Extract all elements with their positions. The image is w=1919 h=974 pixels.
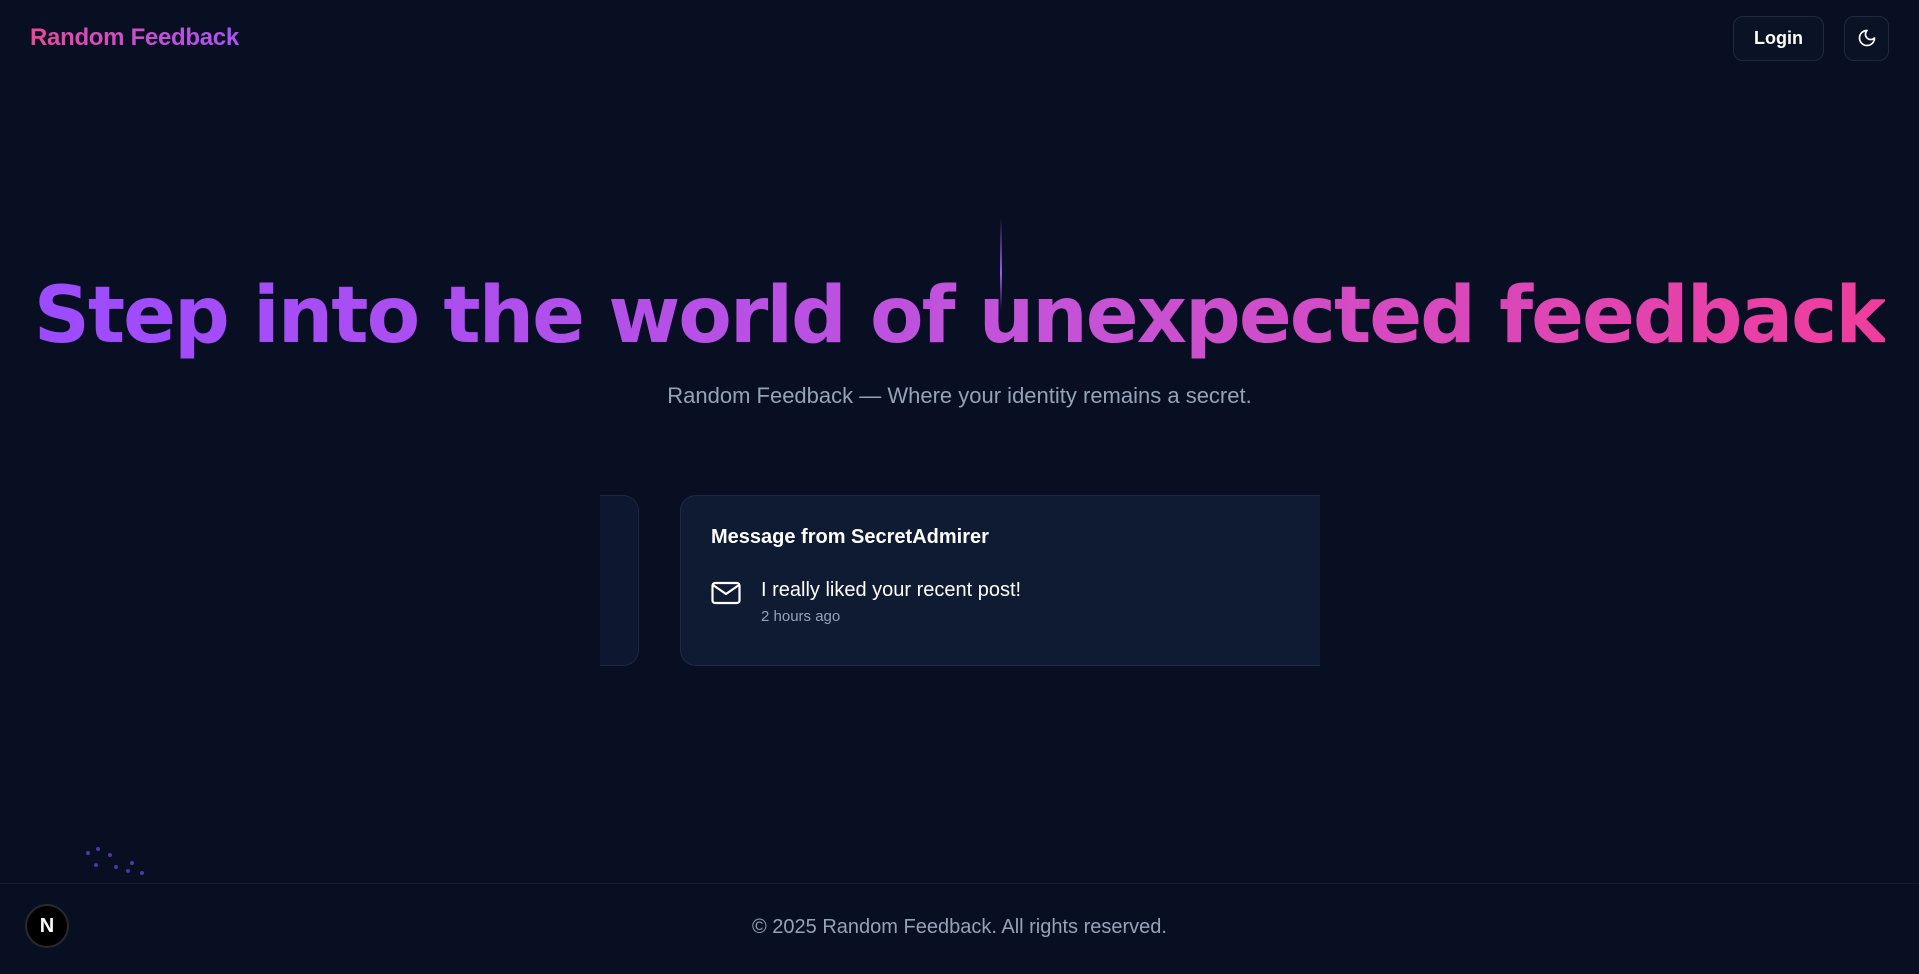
theme-toggle-button[interactable] — [1844, 15, 1889, 61]
message-content: I really liked your recent post! 2 hours… — [761, 579, 1021, 625]
nextjs-dev-badge[interactable]: N — [25, 904, 69, 948]
moon-icon — [1858, 29, 1875, 47]
login-button[interactable]: Login — [1733, 15, 1824, 61]
message-card-title: Message from SecretAdmirer — [711, 526, 989, 548]
hero-section: Step into the world of unexpected feedba… — [0, 270, 1919, 362]
hero-subtitle: Random Feedback — Where your identity re… — [667, 383, 1252, 408]
message-carousel[interactable]: Message from SecretAdmirer I really like… — [600, 495, 1320, 666]
message-card-body: I really liked your recent post! 2 hours… — [711, 579, 1290, 625]
message-text: I really liked your recent post! — [761, 579, 1022, 601]
footer-copyright: © 2025 Random Feedback. All rights reser… — [752, 915, 1167, 938]
previous-card-edge — [600, 495, 639, 666]
brand-logo[interactable]: Random Feedback — [30, 24, 239, 52]
footer: © 2025 Random Feedback. All rights reser… — [0, 883, 1919, 974]
mail-icon — [711, 581, 741, 605]
sparkle-decoration — [82, 845, 162, 885]
hero-title: Step into the world of unexpected feedba… — [33, 271, 1888, 361]
navbar-actions: Login — [1733, 15, 1889, 61]
message-timestamp: 2 hours ago — [761, 608, 841, 625]
message-card: Message from SecretAdmirer I really like… — [680, 495, 1320, 666]
navbar: Random Feedback Login — [0, 0, 1919, 76]
